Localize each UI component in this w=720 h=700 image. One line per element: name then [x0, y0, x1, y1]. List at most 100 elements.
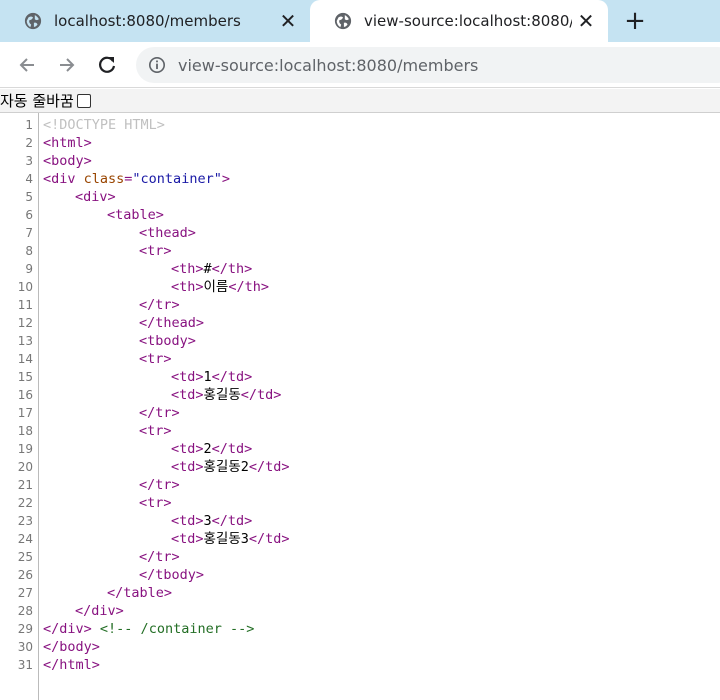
code-token: class	[83, 171, 125, 187]
source-line: 17 </tr>	[0, 404, 720, 422]
line-number: 13	[17, 334, 33, 348]
code-token: </table>	[107, 585, 173, 601]
line-number: 29	[17, 622, 33, 636]
source-line: 9 <th>#</th>	[0, 260, 720, 278]
line-number: 15	[17, 370, 33, 384]
line-code: <tr>	[139, 242, 172, 260]
line-code: <body>	[43, 152, 92, 170]
code-token: </div>	[43, 621, 92, 637]
code-token: 홍길동	[203, 387, 241, 403]
line-number: 9	[25, 262, 33, 276]
info-icon[interactable]	[148, 56, 166, 74]
code-token: 1	[203, 369, 212, 385]
line-number: 10	[17, 280, 33, 294]
source-line: 4 <div class="container">	[0, 170, 720, 188]
line-code: <td>홍길동3</td>	[171, 530, 290, 548]
source-line: 1 <!DOCTYPE HTML>	[0, 116, 720, 134]
line-number: 24	[17, 532, 33, 546]
line-code: <div class="container">	[43, 170, 230, 188]
source-line: 12 </thead>	[0, 314, 720, 332]
forward-button[interactable]	[52, 50, 82, 80]
code-token: 홍길동2	[203, 459, 249, 475]
line-code: <tr>	[139, 494, 172, 512]
code-token: "container"	[132, 171, 222, 187]
arrow-right-icon	[60, 58, 75, 72]
code-token: <tr>	[139, 423, 172, 439]
source-line: 19 <td>2</td>	[0, 440, 720, 458]
line-number: 30	[17, 640, 33, 654]
line-number: 6	[25, 208, 33, 222]
code-token: </td>	[211, 513, 253, 529]
line-number: 14	[17, 352, 33, 366]
source-line: 15 <td>1</td>	[0, 368, 720, 386]
line-code: <table>	[107, 206, 164, 224]
line-number: 27	[17, 586, 33, 600]
line-code: <tr>	[139, 350, 172, 368]
tab-title: view-source:localhost:8080/members	[364, 12, 572, 30]
line-code: <!DOCTYPE HTML>	[43, 116, 165, 134]
code-token: <td>	[171, 369, 204, 385]
url-text: view-source:localhost:8080/members	[178, 55, 479, 75]
source-line: 11 </tr>	[0, 296, 720, 314]
source-line: 31 </html>	[0, 656, 720, 674]
address-bar[interactable]: view-source:localhost:8080/members	[136, 47, 720, 83]
line-number: 5	[25, 190, 33, 204]
source-line: 23 <td>3</td>	[0, 512, 720, 530]
line-code: </tr>	[139, 296, 180, 314]
line-code: <td>홍길동</td>	[171, 386, 281, 404]
line-number: 19	[17, 442, 33, 456]
code-token: <td>	[171, 441, 204, 457]
source-line: 25 </tr>	[0, 548, 720, 566]
code-token: <table>	[107, 207, 164, 223]
line-code: </tr>	[139, 476, 180, 494]
code-token: <tbody>	[139, 333, 196, 349]
line-number: 28	[17, 604, 33, 618]
code-token: </tr>	[139, 549, 180, 565]
source-line: 28 </div>	[0, 602, 720, 620]
source-line: 20 <td>홍길동2</td>	[0, 458, 720, 476]
tab-title: localhost:8080/members	[54, 12, 241, 30]
line-number: 18	[17, 424, 33, 438]
arrow-left-icon	[19, 58, 34, 72]
code-token: <!-- /container -->	[99, 621, 255, 637]
code-token: <tr>	[139, 243, 172, 259]
line-number: 22	[17, 496, 33, 510]
line-code: <html>	[43, 134, 92, 152]
source-line: 18 <tr>	[0, 422, 720, 440]
back-button[interactable]	[12, 50, 42, 80]
code-token: </td>	[211, 441, 253, 457]
line-wrap-checkbox[interactable]	[76, 93, 91, 108]
new-tab-button[interactable]: +	[620, 6, 650, 36]
line-code: <tbody>	[139, 332, 196, 350]
close-tab-icon[interactable]: ✕	[274, 7, 302, 35]
code-token: #	[203, 261, 212, 277]
line-number: 23	[17, 514, 33, 528]
code-token: </th>	[211, 261, 253, 277]
code-token: <thead>	[139, 225, 196, 241]
code-token: 2	[203, 441, 212, 457]
reload-button[interactable]	[92, 50, 122, 80]
close-tab-icon[interactable]: ✕	[572, 7, 600, 35]
code-token: <div	[43, 171, 84, 187]
code-token: </thead>	[139, 315, 205, 331]
code-token: 3	[203, 513, 212, 529]
code-token: </body>	[43, 639, 100, 655]
line-number: 21	[17, 478, 33, 492]
tab-members[interactable]: localhost:8080/members ✕	[0, 0, 310, 42]
line-code: <thead>	[139, 224, 196, 242]
code-token: <td>	[171, 387, 204, 403]
line-code: </tr>	[139, 548, 180, 566]
code-token: </tr>	[139, 405, 180, 421]
line-number: 31	[17, 658, 33, 672]
source-line: 30 </body>	[0, 638, 720, 656]
globe-icon	[24, 12, 42, 30]
line-wrap-bar: 자동 줄바꿈	[0, 89, 720, 113]
code-token: </div>	[75, 603, 124, 619]
code-token: <tr>	[139, 495, 172, 511]
line-code: </tr>	[139, 404, 180, 422]
line-code: <td>3</td>	[171, 512, 252, 530]
source-line: 7 <thead>	[0, 224, 720, 242]
tab-view-source[interactable]: view-source:localhost:8080/members ✕	[310, 0, 608, 42]
browser-toolbar: view-source:localhost:8080/members	[0, 42, 720, 88]
